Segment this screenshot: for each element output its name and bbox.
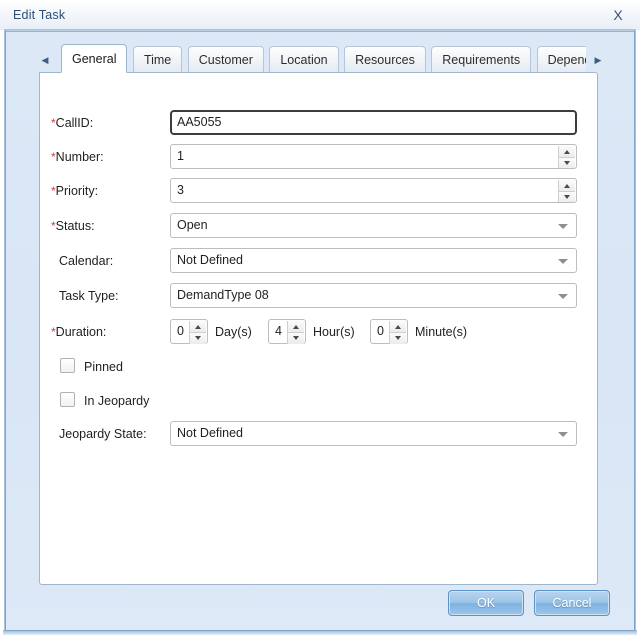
general-tab-panel: *CallID: AA5055 *Number: 1 *Priority: 3 … [39, 72, 598, 585]
close-icon[interactable]: X [610, 7, 626, 23]
title-bar: Edit Task X [0, 0, 640, 30]
duration-hours-unit: Hour(s) [313, 325, 355, 339]
tab-scroll-left-icon[interactable]: ◀ [39, 52, 51, 68]
duration-label-text: Duration: [55, 325, 107, 339]
number-stepper[interactable] [558, 146, 575, 168]
tab-time[interactable]: Time [132, 46, 183, 73]
field-row-status: *Status: Open [40, 212, 597, 242]
tab-location[interactable]: Location [269, 46, 339, 73]
window-title: Edit Task [13, 8, 66, 22]
tab-dependencies[interactable]: Depend [536, 46, 586, 73]
chevron-down-icon [558, 432, 568, 437]
dialog-footer: OK Cancel [6, 585, 634, 630]
tab-list: General Time Customer Location Resources… [61, 44, 586, 73]
duration-hours-stepper-up[interactable] [288, 321, 304, 333]
duration-minutes-value: 0 [377, 324, 384, 338]
in-jeopardy-label: In Jeopardy [84, 394, 150, 408]
duration-hours-stepper-down[interactable] [288, 333, 304, 344]
number-stepper-up[interactable] [559, 146, 575, 158]
calendar-label: Calendar: [59, 254, 114, 268]
pinned-checkbox[interactable] [60, 358, 75, 373]
field-row-number: *Number: 1 [40, 143, 597, 173]
duration-minutes-stepper[interactable] [389, 321, 406, 344]
dialog-body: ◀ ▶ General Time Customer Location Resou… [5, 30, 635, 631]
tab-requirements[interactable]: Requirements [431, 46, 532, 73]
duration-hours-value: 4 [275, 324, 282, 338]
calendar-dropdown[interactable]: Not Defined [170, 248, 577, 273]
task-type-dropdown[interactable]: DemandType 08 [170, 283, 577, 308]
duration-days-stepper-up[interactable] [190, 321, 206, 333]
duration-minutes-unit: Minute(s) [415, 325, 468, 339]
status-label: *Status: [51, 219, 95, 233]
in-jeopardy-checkbox[interactable] [60, 392, 75, 407]
status-value: Open [177, 218, 208, 232]
caret-up-icon [564, 150, 570, 154]
number-stepper-down[interactable] [559, 158, 575, 168]
field-row-calendar: Calendar: Not Defined [40, 247, 597, 277]
duration-days-input[interactable]: 0 [170, 319, 208, 344]
caret-up-icon [564, 184, 570, 188]
field-row-task-type: Task Type: DemandType 08 [40, 282, 597, 312]
jeopardy-state-value: Not Defined [177, 426, 244, 440]
field-row-callid: *CallID: AA5055 [40, 109, 597, 139]
priority-stepper-up[interactable] [559, 180, 575, 192]
priority-label-text: Priority: [55, 184, 99, 198]
task-type-label: Task Type: [59, 289, 119, 303]
ok-button[interactable]: OK [448, 590, 524, 616]
status-dropdown[interactable]: Open [170, 213, 577, 238]
calendar-value: Not Defined [177, 253, 244, 267]
field-row-priority: *Priority: 3 [40, 177, 597, 207]
field-row-jeopardy-state: Jeopardy State: Not Defined [40, 420, 597, 450]
duration-minutes-stepper-up[interactable] [390, 321, 406, 333]
caret-down-icon [195, 336, 201, 340]
caret-down-icon [395, 336, 401, 340]
chevron-down-icon [558, 294, 568, 299]
duration-minutes-stepper-down[interactable] [390, 333, 406, 344]
edit-task-dialog: Edit Task X ◀ ▶ General Time Customer Lo… [0, 0, 640, 640]
priority-value: 3 [177, 183, 184, 197]
chevron-down-icon [558, 259, 568, 264]
duration-hours-stepper[interactable] [287, 321, 304, 344]
priority-stepper[interactable] [558, 180, 575, 202]
duration-label: *Duration: [51, 325, 106, 339]
duration-hours-input[interactable]: 4 [268, 319, 306, 344]
tab-customer[interactable]: Customer [187, 46, 264, 73]
callid-label-text: CallID: [55, 116, 94, 130]
number-label-text: Number: [55, 150, 104, 164]
duration-days-unit: Day(s) [215, 325, 252, 339]
priority-stepper-down[interactable] [559, 192, 575, 202]
callid-input[interactable]: AA5055 [170, 110, 577, 135]
jeopardy-state-label: Jeopardy State: [59, 427, 147, 441]
field-row-duration: *Duration: 0 Day(s) 4 Hour(s) 0 Minute(s… [40, 318, 597, 348]
caret-down-icon [564, 161, 570, 165]
jeopardy-state-dropdown[interactable]: Not Defined [170, 421, 577, 446]
duration-days-value: 0 [177, 324, 184, 338]
caret-down-icon [293, 336, 299, 340]
tab-resources[interactable]: Resources [344, 46, 426, 73]
priority-label: *Priority: [51, 184, 98, 198]
chevron-down-icon [558, 224, 568, 229]
field-row-pinned: Pinned [40, 353, 597, 383]
number-spinner-input[interactable]: 1 [170, 144, 577, 169]
duration-days-stepper[interactable] [189, 321, 206, 344]
callid-label: *CallID: [51, 116, 93, 130]
priority-spinner-input[interactable]: 3 [170, 178, 577, 203]
number-label: *Number: [51, 150, 104, 164]
status-label-text: Status: [55, 219, 95, 233]
duration-days-stepper-down[interactable] [190, 333, 206, 344]
tab-general[interactable]: General [61, 44, 128, 73]
pinned-label: Pinned [84, 360, 123, 374]
field-row-in-jeopardy: In Jeopardy [40, 387, 597, 417]
tab-strip: ◀ ▶ General Time Customer Location Resou… [39, 44, 604, 73]
caret-up-icon [293, 325, 299, 329]
number-value: 1 [177, 149, 184, 163]
task-type-value: DemandType 08 [177, 288, 269, 302]
duration-minutes-input[interactable]: 0 [370, 319, 408, 344]
caret-up-icon [395, 325, 401, 329]
caret-up-icon [195, 325, 201, 329]
tab-scroll-right-icon[interactable]: ▶ [592, 52, 604, 68]
cancel-button[interactable]: Cancel [534, 590, 610, 616]
caret-down-icon [564, 195, 570, 199]
